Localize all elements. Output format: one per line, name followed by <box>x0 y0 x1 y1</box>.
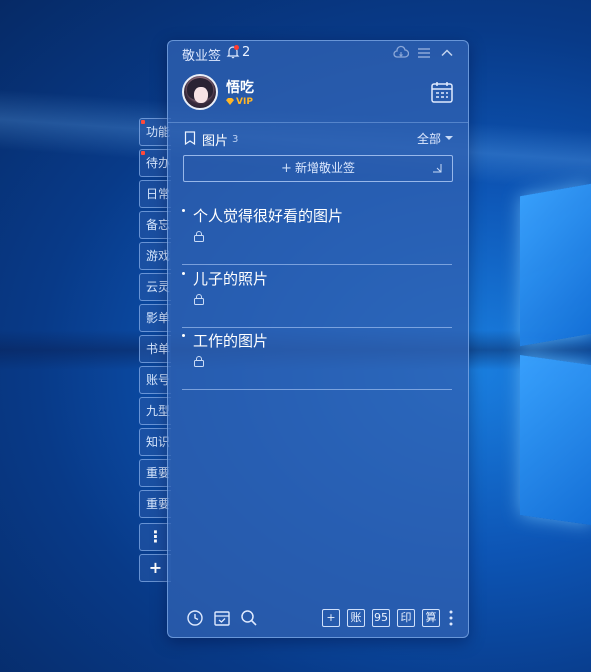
collapse-icon[interactable] <box>439 45 455 61</box>
unread-dot <box>141 151 145 155</box>
bookmark-icon <box>184 131 196 145</box>
lock-icon <box>194 231 204 242</box>
titlebar: 敬业签 2 <box>168 41 468 65</box>
note-item[interactable]: 儿子的照片 <box>182 268 452 328</box>
lock-icon <box>194 356 204 367</box>
note-title: 个人觉得很好看的图片 <box>193 207 344 225</box>
chevron-down-icon[interactable] <box>445 136 453 140</box>
expand-icon[interactable] <box>432 163 442 173</box>
wubi-95-button[interactable]: 95 <box>372 609 390 627</box>
category-count: 3 <box>232 134 239 145</box>
add-note-button[interactable]: + 新增敬业签 <box>183 155 453 182</box>
account-button[interactable]: 账 <box>347 609 365 627</box>
bottom-toolbar: + 账 95 印 算 <box>168 605 468 635</box>
calculator-button[interactable]: 算 <box>422 609 440 627</box>
vip-badge: VIP <box>226 97 253 107</box>
bullet <box>182 209 185 212</box>
windows-logo-pane-top <box>520 183 591 347</box>
menu-icon[interactable] <box>416 45 432 61</box>
notification-count: 2 <box>242 45 251 60</box>
print-button[interactable]: 印 <box>397 609 415 627</box>
username: 悟吃 <box>226 80 254 96</box>
history-icon[interactable] <box>186 609 204 627</box>
unread-dot <box>141 120 145 124</box>
notification-dot <box>234 45 239 50</box>
calendar-icon[interactable] <box>430 80 454 104</box>
avatar[interactable] <box>182 74 218 110</box>
note-item[interactable]: 工作的图片 <box>182 330 452 390</box>
search-icon[interactable] <box>240 609 258 627</box>
sticky-note-panel: 敬业签 2 悟吃 VIP 图片 3 全部 + 新增敬业签 个人觉得很好看的图片 … <box>167 40 469 638</box>
more-icon[interactable] <box>449 610 453 626</box>
note-item[interactable]: 个人觉得很好看的图片 <box>182 205 452 265</box>
note-title: 工作的图片 <box>193 332 269 350</box>
filter-dropdown[interactable]: 全部 <box>417 130 441 147</box>
app-title: 敬业签 <box>182 49 222 64</box>
diamond-icon <box>226 98 234 105</box>
cloud-sync-icon[interactable] <box>393 45 409 61</box>
bullet <box>182 334 185 337</box>
lock-icon <box>194 294 204 305</box>
divider <box>168 122 468 123</box>
archive-icon[interactable] <box>213 609 231 627</box>
add-button[interactable]: + <box>322 609 340 627</box>
note-title: 儿子的照片 <box>193 270 269 288</box>
bullet <box>182 272 185 275</box>
category-title: 图片 <box>202 134 229 149</box>
windows-logo-pane-bottom <box>520 355 591 525</box>
